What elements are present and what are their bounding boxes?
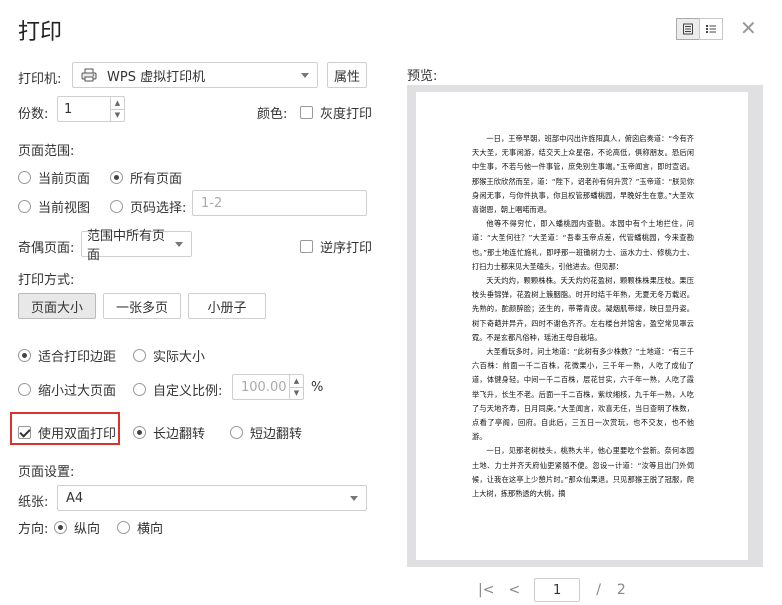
paper-label: 纸张:: [18, 495, 49, 510]
shrink-large-radio[interactable]: [18, 383, 31, 396]
single-page-view-button[interactable]: [676, 18, 700, 40]
page-separator: /: [596, 582, 601, 598]
first-page-icon[interactable]: |<: [478, 582, 494, 598]
page-range-title: 页面范围:: [18, 144, 75, 159]
custom-scale-label: 自定义比例:: [153, 384, 223, 399]
chevron-down-icon[interactable]: ▼: [111, 108, 124, 122]
printer-icon: [81, 68, 97, 82]
page-select-input[interactable]: 1-2: [192, 190, 367, 216]
chevron-up-icon[interactable]: ▲: [290, 375, 303, 387]
range-page-select-label: 页码选择:: [130, 201, 187, 216]
preview-paragraph: 他等不得穷忙，即入蟠桃园内查勘。本园中有个土地拦住，问道：“大圣何往？”大圣道：…: [472, 219, 694, 271]
chevron-down-icon: [175, 241, 183, 247]
chevron-down-icon: [301, 72, 309, 78]
reverse-print-checkbox[interactable]: [300, 240, 313, 253]
preview-paragraph: 大圣看玩多时，问土地道：“此树有多少株数？”土地道：“有三千六百株：前面一千二百…: [472, 347, 694, 442]
copies-stepper[interactable]: 1 ▲ ▼: [57, 96, 125, 122]
page-setup-title: 页面设置:: [18, 465, 75, 480]
duplex-checkbox[interactable]: [18, 426, 31, 439]
duplex-option[interactable]: 使用双面打印: [18, 423, 116, 442]
preview-paragraph: 夭夭灼灼，颗颗株株。夭夭灼灼花盈树，颗颗株株果压枝。果压枝头垂锦弹，花盈树上簇胭…: [472, 276, 694, 342]
range-page-select-radio[interactable]: [110, 200, 123, 213]
page-navigation: |< < 1 / 2: [478, 578, 626, 602]
landscape-label: 横向: [137, 522, 164, 537]
orientation-label: 方向:: [18, 522, 49, 537]
actual-size-option[interactable]: 实际大小: [133, 346, 205, 365]
range-all-pages-radio[interactable]: [110, 171, 123, 184]
chevron-up-icon[interactable]: ▲: [111, 97, 124, 109]
page-select-placeholder: 1-2: [201, 195, 223, 211]
long-edge-label: 长边翻转: [153, 427, 206, 442]
portrait-label: 纵向: [74, 522, 101, 537]
grayscale-label: 灰度打印: [320, 107, 373, 122]
portrait-option[interactable]: 纵向: [54, 518, 100, 537]
portrait-radio[interactable]: [54, 521, 67, 534]
range-current-view-label: 当前视图: [38, 201, 91, 216]
odd-even-label: 奇偶页面:: [18, 241, 75, 256]
range-current-page-radio[interactable]: [18, 171, 31, 184]
copies-value: 1: [64, 101, 73, 117]
actual-size-radio[interactable]: [133, 349, 146, 362]
reverse-print-label: 逆序打印: [320, 241, 373, 256]
fit-margins-label: 适合打印边距: [38, 350, 117, 365]
range-all-pages-label: 所有页面: [130, 172, 183, 187]
odd-even-value: 范围中所有页面: [87, 229, 166, 263]
close-icon[interactable]: ✕: [740, 18, 757, 38]
total-pages: 2: [616, 582, 626, 598]
current-page-input[interactable]: 1: [534, 578, 581, 602]
range-current-page-option[interactable]: 当前页面: [18, 168, 90, 187]
single-page-icon: [683, 23, 693, 35]
print-mode-title: 打印方式:: [18, 273, 75, 288]
short-edge-radio[interactable]: [230, 426, 243, 439]
fit-margins-option[interactable]: 适合打印边距: [18, 346, 116, 365]
range-current-view-option[interactable]: 当前视图: [18, 197, 90, 216]
range-all-pages-option[interactable]: 所有页面: [110, 168, 182, 187]
preview-document-text: 一日，王帝早朝，班部中闪出许旌阳真人，俯囟启奏道：“今有齐天大圣，无事闲游，结交…: [472, 132, 694, 501]
printer-name: WPS 虚拟打印机: [107, 69, 206, 85]
chevron-down-icon[interactable]: ▼: [290, 386, 303, 400]
range-current-view-radio[interactable]: [18, 200, 31, 213]
shrink-large-option[interactable]: 缩小过大页面: [18, 380, 116, 399]
long-edge-option[interactable]: 长边翻转: [133, 423, 205, 442]
grayscale-checkbox[interactable]: [300, 106, 313, 119]
custom-scale-option[interactable]: 自定义比例:: [133, 380, 222, 399]
landscape-option[interactable]: 横向: [117, 518, 163, 537]
mode-booklet-button[interactable]: 小册子: [188, 293, 266, 319]
custom-scale-radio[interactable]: [133, 383, 146, 396]
list-view-icon: [706, 25, 716, 33]
copies-label: 份数:: [18, 107, 49, 122]
list-view-button[interactable]: [699, 18, 723, 40]
printer-label: 打印机:: [18, 72, 62, 87]
fit-margins-radio[interactable]: [18, 349, 31, 362]
short-edge-option[interactable]: 短边翻转: [230, 423, 302, 442]
scale-stepper[interactable]: 100.00 ▲ ▼: [232, 374, 304, 400]
range-page-select-option[interactable]: 页码选择:: [110, 197, 186, 216]
paper-value: A4: [66, 490, 84, 506]
grayscale-option[interactable]: 灰度打印: [300, 103, 372, 122]
color-label: 颜色:: [257, 107, 288, 122]
chevron-down-icon: [350, 495, 358, 501]
short-edge-label: 短边翻转: [250, 427, 303, 442]
properties-button[interactable]: 属性: [327, 62, 367, 88]
percent-sign: %: [311, 380, 324, 395]
odd-even-select[interactable]: 范围中所有页面: [81, 229, 192, 263]
duplex-label: 使用双面打印: [38, 427, 117, 442]
paper-select[interactable]: A4: [57, 485, 367, 511]
preview-paragraph: 一日，王帝早朝，班部中闪出许旌阳真人，俯囟启奏道：“今有齐天大圣，无事闲游，结交…: [472, 134, 694, 215]
mode-page-size-button[interactable]: 页面大小: [18, 293, 96, 319]
preview-label: 预览:: [407, 69, 438, 84]
prev-page-icon[interactable]: <: [508, 582, 520, 598]
mode-multi-page-button[interactable]: 一张多页: [103, 293, 181, 319]
shrink-large-label: 缩小过大页面: [38, 384, 117, 399]
actual-size-label: 实际大小: [153, 350, 206, 365]
range-current-page-label: 当前页面: [38, 172, 91, 187]
scale-value: 100.00: [241, 379, 287, 395]
reverse-print-option[interactable]: 逆序打印: [300, 237, 372, 256]
long-edge-radio[interactable]: [133, 426, 146, 439]
preview-paragraph: 一日，见那老树枝头，桃熟大半，他心里要吃个尝新。奈何本园土地、力士并齐天府仙吏紧…: [472, 446, 694, 499]
dialog-title: 打印: [18, 20, 63, 45]
printer-select[interactable]: WPS 虚拟打印机: [72, 62, 318, 88]
landscape-radio[interactable]: [117, 521, 130, 534]
